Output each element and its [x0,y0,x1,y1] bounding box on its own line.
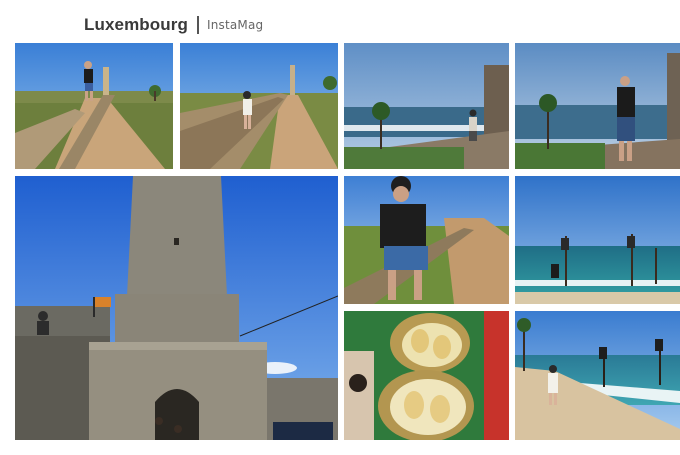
photo-sea-wall-man[interactable] [515,43,680,169]
photo-sea-wall-woman[interactable] [344,43,509,169]
photo-clock-tower-gate[interactable] [15,176,338,440]
collage-header: Luxembourg InstaMag [84,13,263,37]
photo-stilt-fishermen[interactable] [515,176,680,304]
photo-durian-fruit[interactable] [344,311,509,440]
photo-rampart-man[interactable] [344,176,509,304]
brand-label: InstaMag [206,18,264,32]
page-title: Luxembourg [84,15,188,34]
photo-fort-path-man[interactable] [15,43,173,169]
photo-beach-woman[interactable] [515,311,680,440]
photo-fort-path-woman[interactable] [180,43,338,169]
title-divider [196,16,199,34]
